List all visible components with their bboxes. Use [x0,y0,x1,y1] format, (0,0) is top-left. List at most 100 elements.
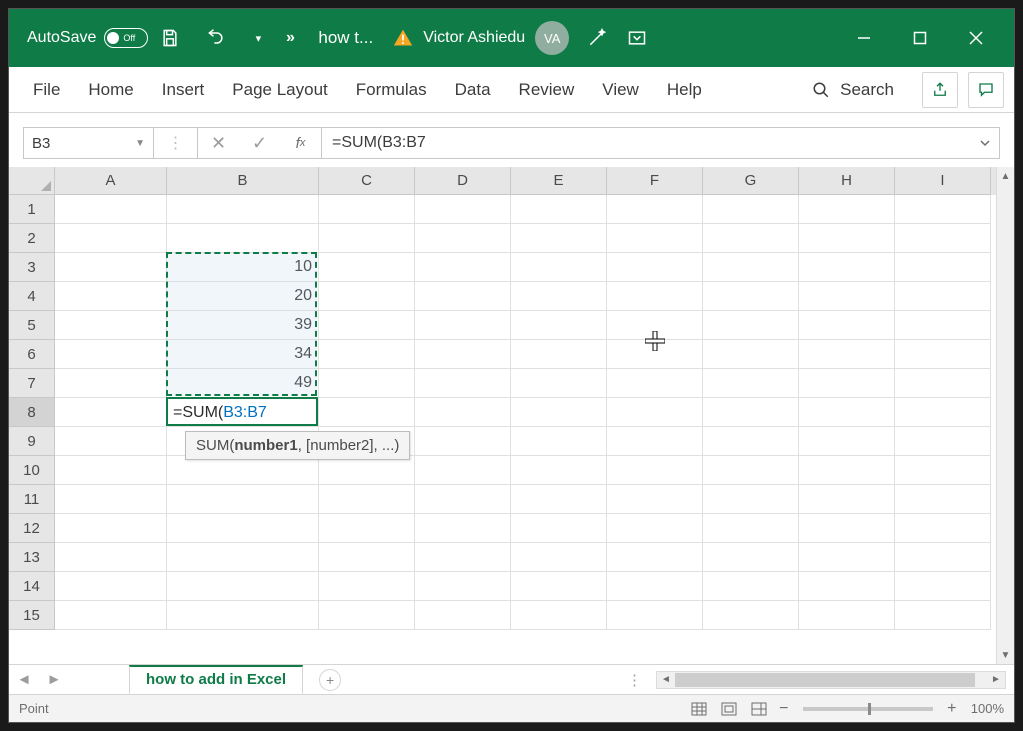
share-button[interactable] [922,72,958,108]
cell[interactable] [799,572,895,601]
autosave-switch[interactable]: Off [104,28,148,48]
cell[interactable] [167,514,319,543]
cell[interactable] [703,485,799,514]
cell[interactable] [895,369,991,398]
expand-formula-bar-button[interactable] [971,128,999,158]
row-header[interactable]: 4 [9,282,55,311]
cell[interactable] [607,195,703,224]
row-header[interactable]: 1 [9,195,55,224]
cell[interactable] [511,514,607,543]
cell[interactable] [607,514,703,543]
cell[interactable] [799,253,895,282]
cell[interactable] [703,253,799,282]
cell[interactable] [703,398,799,427]
cell[interactable] [55,485,167,514]
cell[interactable] [607,485,703,514]
cell[interactable] [415,572,511,601]
cell[interactable] [319,224,415,253]
select-all-corner[interactable] [9,167,55,195]
cell[interactable] [415,514,511,543]
cell[interactable] [703,195,799,224]
cell[interactable]: 20 [167,282,319,311]
cell[interactable] [167,224,319,253]
cell[interactable] [895,427,991,456]
cell[interactable] [703,456,799,485]
cell[interactable] [55,311,167,340]
sheet-tab[interactable]: how to add in Excel [129,665,303,694]
row-header[interactable]: 9 [9,427,55,456]
cell[interactable] [607,224,703,253]
cell[interactable] [607,369,703,398]
ribbon-tab-insert[interactable]: Insert [148,70,219,110]
ribbon-tab-help[interactable]: Help [653,70,716,110]
cell[interactable] [319,398,415,427]
cell[interactable] [415,456,511,485]
cell[interactable] [799,282,895,311]
cell[interactable] [319,340,415,369]
horizontal-scrollbar[interactable]: ◄ ► [656,671,1006,689]
vertical-scrollbar[interactable]: ▲ ▼ [996,167,1014,664]
cell[interactable] [799,195,895,224]
cell[interactable] [511,282,607,311]
cell[interactable] [415,601,511,630]
cell[interactable]: 49 [167,369,319,398]
cell[interactable] [511,195,607,224]
minimize-button[interactable] [836,9,892,67]
cell[interactable] [319,253,415,282]
column-header[interactable]: C [319,167,415,195]
cell[interactable] [319,514,415,543]
scroll-down-button[interactable]: ▼ [997,646,1014,664]
cell[interactable] [415,369,511,398]
undo-dropdown-icon[interactable]: ▾ [244,20,272,56]
row-header[interactable]: 8 [9,398,55,427]
cell[interactable] [703,282,799,311]
cell[interactable] [607,456,703,485]
cell[interactable] [703,543,799,572]
ribbon-tab-view[interactable]: View [588,70,653,110]
cell[interactable] [703,340,799,369]
cell[interactable] [55,282,167,311]
scroll-right-button[interactable]: ► [987,674,1005,685]
cell[interactable] [319,572,415,601]
cell[interactable] [511,601,607,630]
cell[interactable] [511,224,607,253]
cell[interactable] [799,398,895,427]
cell[interactable] [167,456,319,485]
cell[interactable] [607,282,703,311]
cell[interactable] [799,427,895,456]
search-box[interactable]: Search [794,74,912,106]
close-button[interactable] [948,9,1004,67]
user-account[interactable]: Victor Ashiedu VA [393,21,569,55]
cell[interactable] [895,253,991,282]
cell[interactable] [607,572,703,601]
scroll-left-button[interactable]: ◄ [657,674,675,685]
zoom-slider[interactable] [803,707,933,711]
cell[interactable] [319,282,415,311]
comments-button[interactable] [968,72,1004,108]
cell[interactable] [55,253,167,282]
cell[interactable] [415,253,511,282]
cell[interactable] [55,456,167,485]
cell[interactable] [319,311,415,340]
row-header[interactable]: 15 [9,601,55,630]
wand-icon[interactable] [579,20,615,56]
cell[interactable] [415,311,511,340]
ribbon-tab-home[interactable]: Home [74,70,147,110]
cell[interactable] [799,340,895,369]
zoom-in-button[interactable]: + [943,700,961,718]
cell[interactable] [415,398,511,427]
tab-split-handle[interactable]: ⋮ [627,671,644,689]
cell[interactable] [55,369,167,398]
cell[interactable] [607,601,703,630]
cell[interactable] [511,340,607,369]
cell[interactable] [415,282,511,311]
cell[interactable] [55,195,167,224]
column-header[interactable]: G [703,167,799,195]
row-header[interactable]: 2 [9,224,55,253]
ribbon-tab-file[interactable]: File [19,70,74,110]
row-header[interactable]: 10 [9,456,55,485]
cell[interactable] [511,311,607,340]
cell[interactable]: 34 [167,340,319,369]
zoom-out-button[interactable]: − [775,700,793,718]
cell[interactable] [895,456,991,485]
